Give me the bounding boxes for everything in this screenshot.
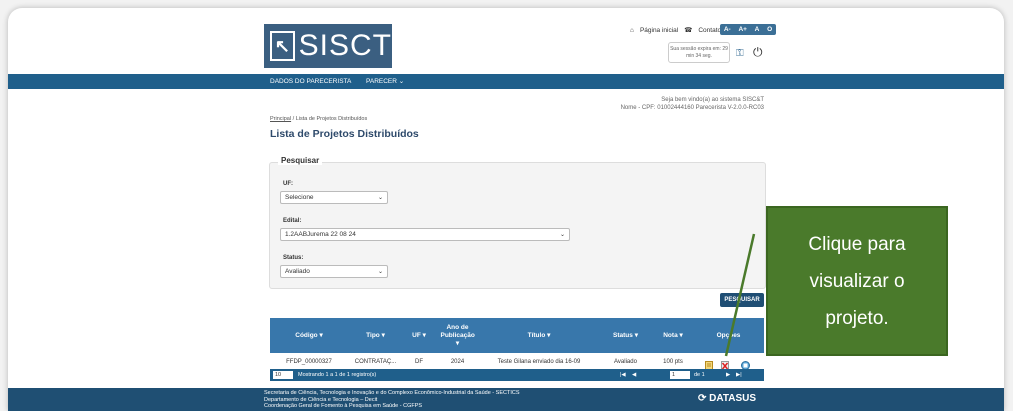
col-codigo-label: Código	[295, 331, 318, 339]
status-select-value: Avaliado	[285, 268, 310, 275]
col-status[interactable]: Status ▾	[598, 318, 653, 353]
col-titulo-label: Título	[527, 331, 546, 339]
contact-link[interactable]: Contato	[698, 27, 721, 34]
sort-icon: ▾	[455, 339, 460, 347]
phone-icon: ☎	[684, 27, 693, 34]
callout-line: projeto.	[825, 308, 889, 329]
nav-parecer[interactable]: PARECER ⌄	[366, 74, 404, 89]
edital-select[interactable]: 1.2AABJurema 22 08 24 ⌄	[280, 228, 570, 241]
col-uf[interactable]: UF ▾	[403, 318, 435, 353]
history-icon[interactable]	[741, 357, 750, 370]
welcome-line: Seja bem vindo(a) ao sistema SISC&T	[661, 97, 764, 103]
user-info: Nome - CPF: 01002444160 Parecerista V-2.…	[620, 105, 764, 111]
font-decrease-button[interactable]: A-	[724, 26, 731, 33]
breadcrumb-separator: /	[292, 116, 295, 122]
chevron-down-icon: ⌄	[377, 269, 383, 275]
cell-uf: DF	[415, 358, 423, 365]
chevron-down-icon: ⌄	[377, 195, 383, 201]
footer-line: Coordenação Geral de Fomento à Pesquisa …	[264, 403, 423, 409]
col-ano[interactable]: Ano de Publicação ▾	[435, 318, 480, 353]
prev-page-icon[interactable]: ◀	[632, 369, 636, 381]
browser-frame: ↖ SISCT ⌂ Página inicial ☎ Contato A- A+…	[8, 8, 1004, 411]
top-links: ⌂ Página inicial ☎ Contato	[630, 26, 721, 35]
status-label: Status:	[283, 255, 304, 261]
footer-text: Secretaria de Ciência, Tecnologia e Inov…	[264, 390, 519, 410]
key-icon[interactable]: ⚿	[736, 48, 744, 59]
cell-status: Avaliado	[614, 358, 637, 365]
page-title: Lista de Projetos Distribuídos	[270, 128, 419, 140]
col-opcoes-label: Opções	[716, 331, 741, 339]
page-input[interactable]: 1	[670, 371, 690, 379]
edital-label: Edital:	[283, 218, 302, 224]
cell-tipo: CONTRATAÇ...	[354, 358, 397, 365]
contrast-button[interactable]: O	[767, 26, 772, 33]
main-nav	[8, 74, 1004, 89]
font-reset-button[interactable]: A	[755, 26, 760, 33]
footer-line: Secretaria de Ciência, Tecnologia e Inov…	[264, 390, 520, 396]
callout-line: Clique para	[808, 234, 906, 255]
uf-select-value: Selecione	[285, 194, 314, 201]
sisct-logo[interactable]: ↖ SISCT	[264, 24, 392, 68]
callout-line: visualizar o	[809, 271, 905, 292]
home-link[interactable]: Página inicial	[640, 27, 678, 34]
cell-nota: 100 pts	[663, 358, 683, 365]
cell-codigo: FFDP_00000327	[286, 358, 332, 365]
page-total: de 1	[694, 372, 705, 378]
cell-titulo: Teste Gilana enviado dia 16-09	[497, 358, 581, 365]
col-tipo-label: Tipo	[366, 331, 380, 339]
col-uf-label: UF	[412, 331, 421, 339]
power-icon[interactable]: ⏻	[753, 45, 763, 60]
col-opcoes: Opções	[693, 318, 764, 353]
datasus-icon: ⟳	[698, 393, 710, 404]
search-button[interactable]: PESQUISAR	[720, 293, 764, 307]
cell-ano: 2024	[450, 358, 465, 365]
font-size-buttons: A- A+ A O	[720, 24, 776, 35]
status-select[interactable]: Avaliado ⌄	[280, 265, 388, 278]
view-project-icon[interactable]	[721, 357, 729, 370]
chevron-down-icon: ⌄	[398, 78, 405, 85]
search-legend: Pesquisar	[278, 156, 323, 165]
breadcrumb-current: Lista de Projetos Distribuídos	[295, 116, 368, 122]
session-timer: Sua sessão expira em: 29 min 34 seg.	[668, 42, 730, 63]
breadcrumb: Principal / Lista de Projetos Distribuíd…	[270, 116, 367, 122]
col-titulo[interactable]: Título ▾	[480, 318, 598, 353]
arrow-icon: ↖	[270, 31, 295, 61]
home-icon: ⌂	[630, 26, 634, 34]
col-codigo[interactable]: Código ▾	[270, 318, 348, 353]
edital-select-value: 1.2AABJurema 22 08 24	[285, 231, 356, 238]
last-page-icon[interactable]: ▶|	[736, 369, 742, 381]
font-increase-button[interactable]: A+	[738, 26, 747, 33]
next-page-icon[interactable]: ▶	[726, 369, 730, 381]
breadcrumb-home[interactable]: Principal	[270, 116, 291, 122]
nav-parecer-label: PARECER	[366, 78, 397, 85]
uf-label: UF:	[283, 181, 293, 187]
col-tipo[interactable]: Tipo ▾	[348, 318, 403, 353]
welcome-info: Seja bem vindo(a) ao sistema SISC&T Nome…	[621, 96, 764, 112]
edit-icon[interactable]	[705, 357, 713, 370]
chevron-down-icon: ⌄	[559, 232, 565, 238]
col-status-label: Status	[613, 331, 633, 339]
logo-text: SISCT	[298, 29, 392, 62]
instruction-callout: Clique para visualizar o projeto.	[766, 206, 948, 356]
datasus-text: DATASUS	[709, 393, 757, 404]
uf-select[interactable]: Selecione ⌄	[280, 191, 388, 204]
page-size-select[interactable]: 10	[273, 371, 293, 379]
col-ano-label: Ano de Publicação	[440, 323, 475, 339]
nav-dados-parecerista[interactable]: DADOS DO PARECERISTA	[270, 74, 351, 89]
datasus-logo: ⟳ DATASUS	[698, 393, 756, 404]
col-nota-label: Nota	[663, 331, 678, 339]
col-nota[interactable]: Nota ▾	[653, 318, 693, 353]
first-page-icon[interactable]: |◀	[620, 369, 626, 381]
pagination-info: Mostrando 1 a 1 de 1 registro(s)	[298, 372, 377, 378]
